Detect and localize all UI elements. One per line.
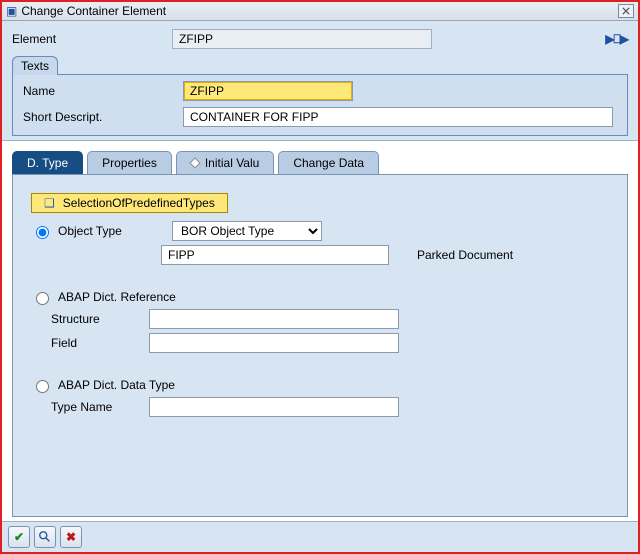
- tab-initial-label: Initial Valu: [205, 156, 259, 170]
- structure-input[interactable]: [149, 309, 399, 329]
- texts-tab: Texts: [12, 56, 58, 75]
- typename-input[interactable]: [149, 397, 399, 417]
- footer-toolbar: ✔ ✖: [2, 521, 638, 552]
- window-modal-icon: ▣: [6, 4, 17, 18]
- tabstrip: D. Type Properties Initial Valu Change D…: [12, 151, 628, 174]
- nav-next-icon[interactable]: ▶⎕▶: [605, 32, 628, 47]
- element-field: ZFIPP: [172, 29, 432, 49]
- header-region: Element ZFIPP ▶⎕▶ Texts Name Short Descr…: [2, 21, 638, 141]
- name-input[interactable]: [183, 81, 353, 101]
- find-button[interactable]: [34, 526, 56, 548]
- radio-abap-dict-ref[interactable]: [36, 292, 49, 305]
- radio-object-type[interactable]: [36, 226, 49, 239]
- tab-dtype-label: D. Type: [27, 156, 68, 170]
- object-type-label: Object Type: [58, 224, 166, 238]
- object-type-desc: Parked Document: [417, 248, 513, 262]
- tab-dtype[interactable]: D. Type: [12, 151, 83, 174]
- predefined-types-button[interactable]: ❑ SelectionOfPredefinedTypes: [31, 193, 228, 213]
- name-label: Name: [23, 84, 183, 98]
- short-desc-input[interactable]: [183, 107, 613, 127]
- ok-button[interactable]: ✔: [8, 526, 30, 548]
- dialog-window: ▣ Change Container Element Element ZFIPP…: [0, 0, 640, 554]
- cancel-button[interactable]: ✖: [60, 526, 82, 548]
- texts-tab-label: Texts: [21, 59, 49, 73]
- abap-dict-ref-label: ABAP Dict. Reference: [58, 290, 176, 304]
- tab-initial-value[interactable]: Initial Valu: [176, 151, 274, 174]
- structure-label: Structure: [51, 312, 141, 326]
- titlebar: ▣ Change Container Element: [2, 2, 638, 21]
- check-icon: ✔: [14, 530, 24, 544]
- object-type-value-input[interactable]: [161, 245, 389, 265]
- tab-properties[interactable]: Properties: [87, 151, 172, 174]
- tab-change-data[interactable]: Change Data: [278, 151, 379, 174]
- tab-properties-label: Properties: [102, 156, 157, 170]
- x-icon: ✖: [66, 530, 76, 544]
- typename-label: Type Name: [51, 400, 141, 414]
- cube-icon: ❑: [44, 196, 55, 210]
- short-desc-label: Short Descript.: [23, 110, 183, 124]
- field-input[interactable]: [149, 333, 399, 353]
- texts-box: Name Short Descript.: [12, 74, 628, 136]
- element-value: ZFIPP: [179, 32, 213, 46]
- diamond-icon: [189, 157, 200, 168]
- window-title: Change Container Element: [21, 4, 618, 18]
- radio-abap-dict-datatype[interactable]: [36, 380, 49, 393]
- dtype-panel: ❑ SelectionOfPredefinedTypes Object Type…: [12, 174, 628, 517]
- magnifier-icon: [38, 530, 52, 544]
- close-icon[interactable]: [618, 4, 634, 18]
- predefined-types-label: SelectionOfPredefinedTypes: [63, 196, 215, 210]
- abap-dict-datatype-label: ABAP Dict. Data Type: [58, 378, 175, 392]
- tab-change-label: Change Data: [293, 156, 364, 170]
- element-label: Element: [12, 32, 172, 46]
- field-label: Field: [51, 336, 141, 350]
- object-type-select[interactable]: BOR Object Type: [172, 221, 322, 241]
- main-area: D. Type Properties Initial Valu Change D…: [2, 141, 638, 521]
